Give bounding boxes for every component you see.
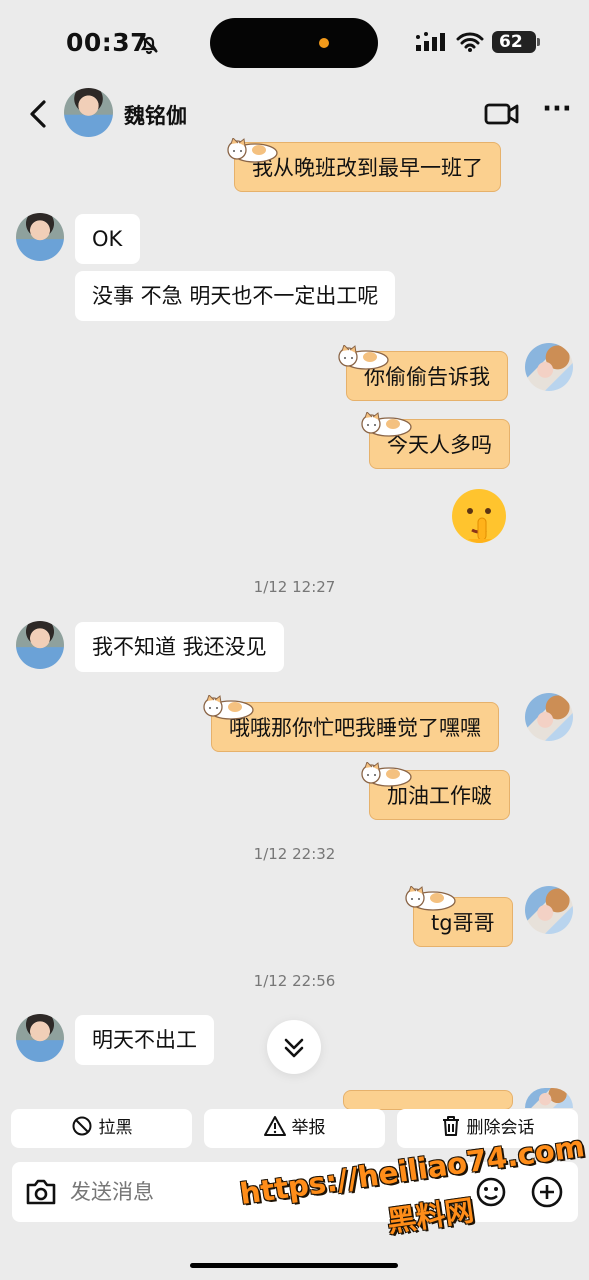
contact-avatar[interactable] [16, 1014, 64, 1062]
my-avatar[interactable] [525, 693, 573, 741]
status-bar: 00:37 62 [0, 0, 589, 86]
block-button[interactable]: 拉黑 [11, 1109, 192, 1148]
watermark-site-name: 黑料网 [385, 1193, 476, 1239]
message-text: 我从晚班改到最早一班了 [252, 156, 483, 180]
report-button[interactable]: 举报 [204, 1109, 385, 1148]
message-text: 我不知道 我还没见 [92, 635, 267, 659]
message-input[interactable]: 发送消息 [70, 1162, 154, 1222]
message-text: 明天不出工 [92, 1028, 197, 1052]
message-text: 今天人多吗 [387, 433, 492, 457]
camera-icon[interactable] [24, 1175, 58, 1209]
signal-icon [416, 32, 445, 51]
contact-name: 魏铭伽 [124, 104, 187, 128]
message-bubble-incoming[interactable]: 我不知道 我还没见 [75, 622, 284, 672]
bell-muted-icon [140, 35, 158, 55]
message-bubble-outgoing[interactable]: 我从晚班改到最早一班了 [234, 142, 501, 192]
shushing-face-icon[interactable] [448, 487, 510, 549]
message-text: 加油工作啵 [387, 784, 492, 808]
video-icon[interactable] [484, 99, 520, 129]
battery-icon: 62 [492, 31, 540, 53]
trash-icon [442, 1116, 459, 1136]
message-text: 没事 不急 明天也不一定出工呢 [92, 284, 379, 308]
report-label: 举报 [291, 1118, 326, 1138]
more-icon[interactable]: ··· [540, 96, 574, 128]
message-bubble-outgoing[interactable]: 哦哦那你忙吧我睡觉了嘿嘿 [211, 702, 499, 752]
message-bubble-outgoing[interactable]: 加油工作啵 [369, 770, 510, 820]
my-avatar[interactable] [525, 343, 573, 391]
dynamic-island [210, 18, 378, 68]
message-text: tg哥哥 [431, 911, 495, 935]
message-bubble-outgoing[interactable]: 今天人多吗 [369, 419, 510, 469]
timestamp: 1/12 22:32 [253, 845, 336, 863]
timestamp: 1/12 22:56 [253, 972, 336, 990]
contact-avatar[interactable] [64, 88, 113, 137]
status-time: 00:37 [66, 28, 149, 57]
chat-header: 魏铭伽 ··· [0, 86, 589, 142]
contact-avatar[interactable] [16, 213, 64, 261]
chevron-double-down-icon [284, 1038, 304, 1058]
timestamp: 1/12 12:27 [253, 578, 336, 596]
home-indicator[interactable] [190, 1263, 398, 1268]
scroll-to-bottom-button[interactable] [267, 1020, 321, 1074]
warning-icon [263, 1116, 286, 1136]
my-avatar[interactable] [525, 886, 573, 934]
block-icon [72, 1116, 91, 1136]
message-text: 哦哦那你忙吧我睡觉了嘿嘿 [229, 716, 481, 740]
back-icon[interactable] [20, 94, 60, 134]
message-text: 你偷偷告诉我 [364, 365, 490, 389]
message-bubble-incoming[interactable]: OK [75, 214, 140, 264]
message-text: OK [92, 227, 123, 251]
block-label: 拉黑 [98, 1118, 133, 1138]
chat-screen: 00:37 62 魏铭伽 ··· 我从晚班改到最早一班了 OK 没事 不急 明天… [0, 0, 589, 1280]
message-bubble-incoming[interactable]: 没事 不急 明天也不一定出工呢 [75, 271, 396, 321]
message-bubble-outgoing[interactable]: 你偷偷告诉我 [346, 351, 508, 401]
contact-avatar[interactable] [16, 621, 64, 669]
wifi-icon [456, 32, 484, 52]
message-bubble-incoming[interactable]: 明天不出工 [75, 1015, 214, 1065]
message-bubble-outgoing[interactable]: tg哥哥 [413, 897, 513, 947]
